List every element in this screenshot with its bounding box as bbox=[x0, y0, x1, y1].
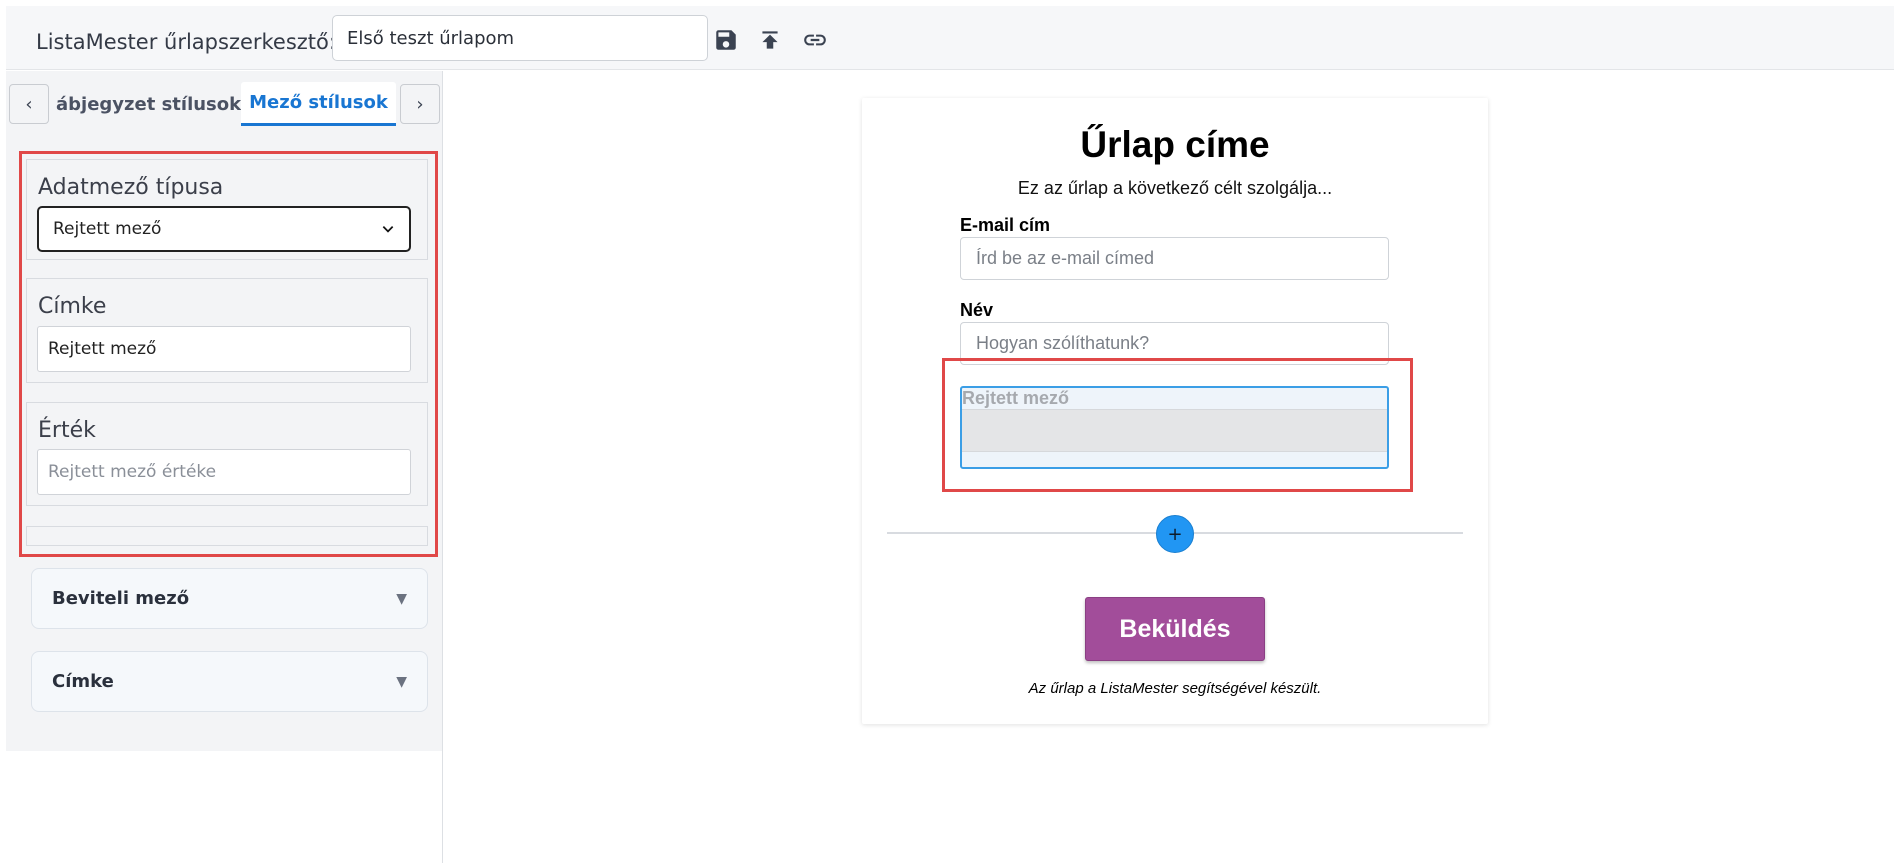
field-value-label: Érték bbox=[38, 418, 96, 443]
field-value-input[interactable]: Rejtett mező értéke bbox=[37, 449, 411, 495]
email-field[interactable]: Írd be az e-mail címed bbox=[960, 237, 1389, 280]
field-label-section: Címke Rejtett mező bbox=[26, 278, 428, 383]
field-type-label: Adatmező típusa bbox=[38, 175, 224, 200]
accordion-input-field-label: Beviteli mező bbox=[52, 588, 190, 609]
field-label-label: Címke bbox=[38, 294, 107, 319]
sidebar-empty-area bbox=[6, 751, 443, 863]
next-section-stub bbox=[26, 526, 428, 546]
add-field-button[interactable]: + bbox=[1156, 515, 1194, 553]
accordion-label-label: Címke bbox=[52, 671, 114, 692]
chevron-down-icon: ▼ bbox=[396, 673, 407, 690]
tab-prev-button[interactable]: ‹ bbox=[9, 84, 49, 124]
chevron-down-icon bbox=[382, 226, 394, 233]
submit-button[interactable]: Beküldés bbox=[1085, 597, 1265, 661]
field-type-section: Adatmező típusa Rejtett mező bbox=[26, 159, 428, 260]
tab-field-styles[interactable]: Mező stílusok bbox=[241, 82, 396, 126]
link-icon[interactable] bbox=[801, 26, 829, 54]
form-name-input[interactable] bbox=[332, 15, 708, 61]
tab-next-button[interactable]: › bbox=[400, 84, 440, 124]
chevron-down-icon: ▼ bbox=[396, 590, 407, 607]
app-title: ListaMester űrlapszerkesztő: bbox=[36, 30, 336, 54]
form-title[interactable]: Űrlap címe bbox=[862, 124, 1488, 166]
name-label[interactable]: Név bbox=[960, 300, 993, 321]
save-icon[interactable] bbox=[712, 26, 740, 54]
tab-footnote-styles[interactable]: ábjegyzet stílusok bbox=[56, 82, 246, 126]
email-label[interactable]: E-mail cím bbox=[960, 215, 1050, 236]
field-type-value: Rejtett mező bbox=[53, 219, 162, 239]
form-credit: Az űrlap a ListaMester segítségével kész… bbox=[1028, 680, 1322, 697]
field-label-input[interactable]: Rejtett mező bbox=[37, 326, 411, 372]
form-subtitle[interactable]: Ez az űrlap a következő célt szolgálja..… bbox=[862, 178, 1488, 199]
field-value-section: Érték Rejtett mező értéke bbox=[26, 402, 428, 506]
accordion-label[interactable]: Címke ▼ bbox=[31, 651, 428, 712]
sidebar: ‹ ábjegyzet stílusok Mező stílusok › Ada… bbox=[6, 71, 443, 751]
field-type-select[interactable]: Rejtett mező bbox=[37, 206, 411, 252]
preview-highlight-box bbox=[942, 358, 1413, 492]
accordion-input-field[interactable]: Beviteli mező ▼ bbox=[31, 568, 428, 629]
upload-icon[interactable] bbox=[756, 26, 784, 54]
top-bar: ListaMester űrlapszerkesztő: bbox=[6, 6, 1894, 70]
